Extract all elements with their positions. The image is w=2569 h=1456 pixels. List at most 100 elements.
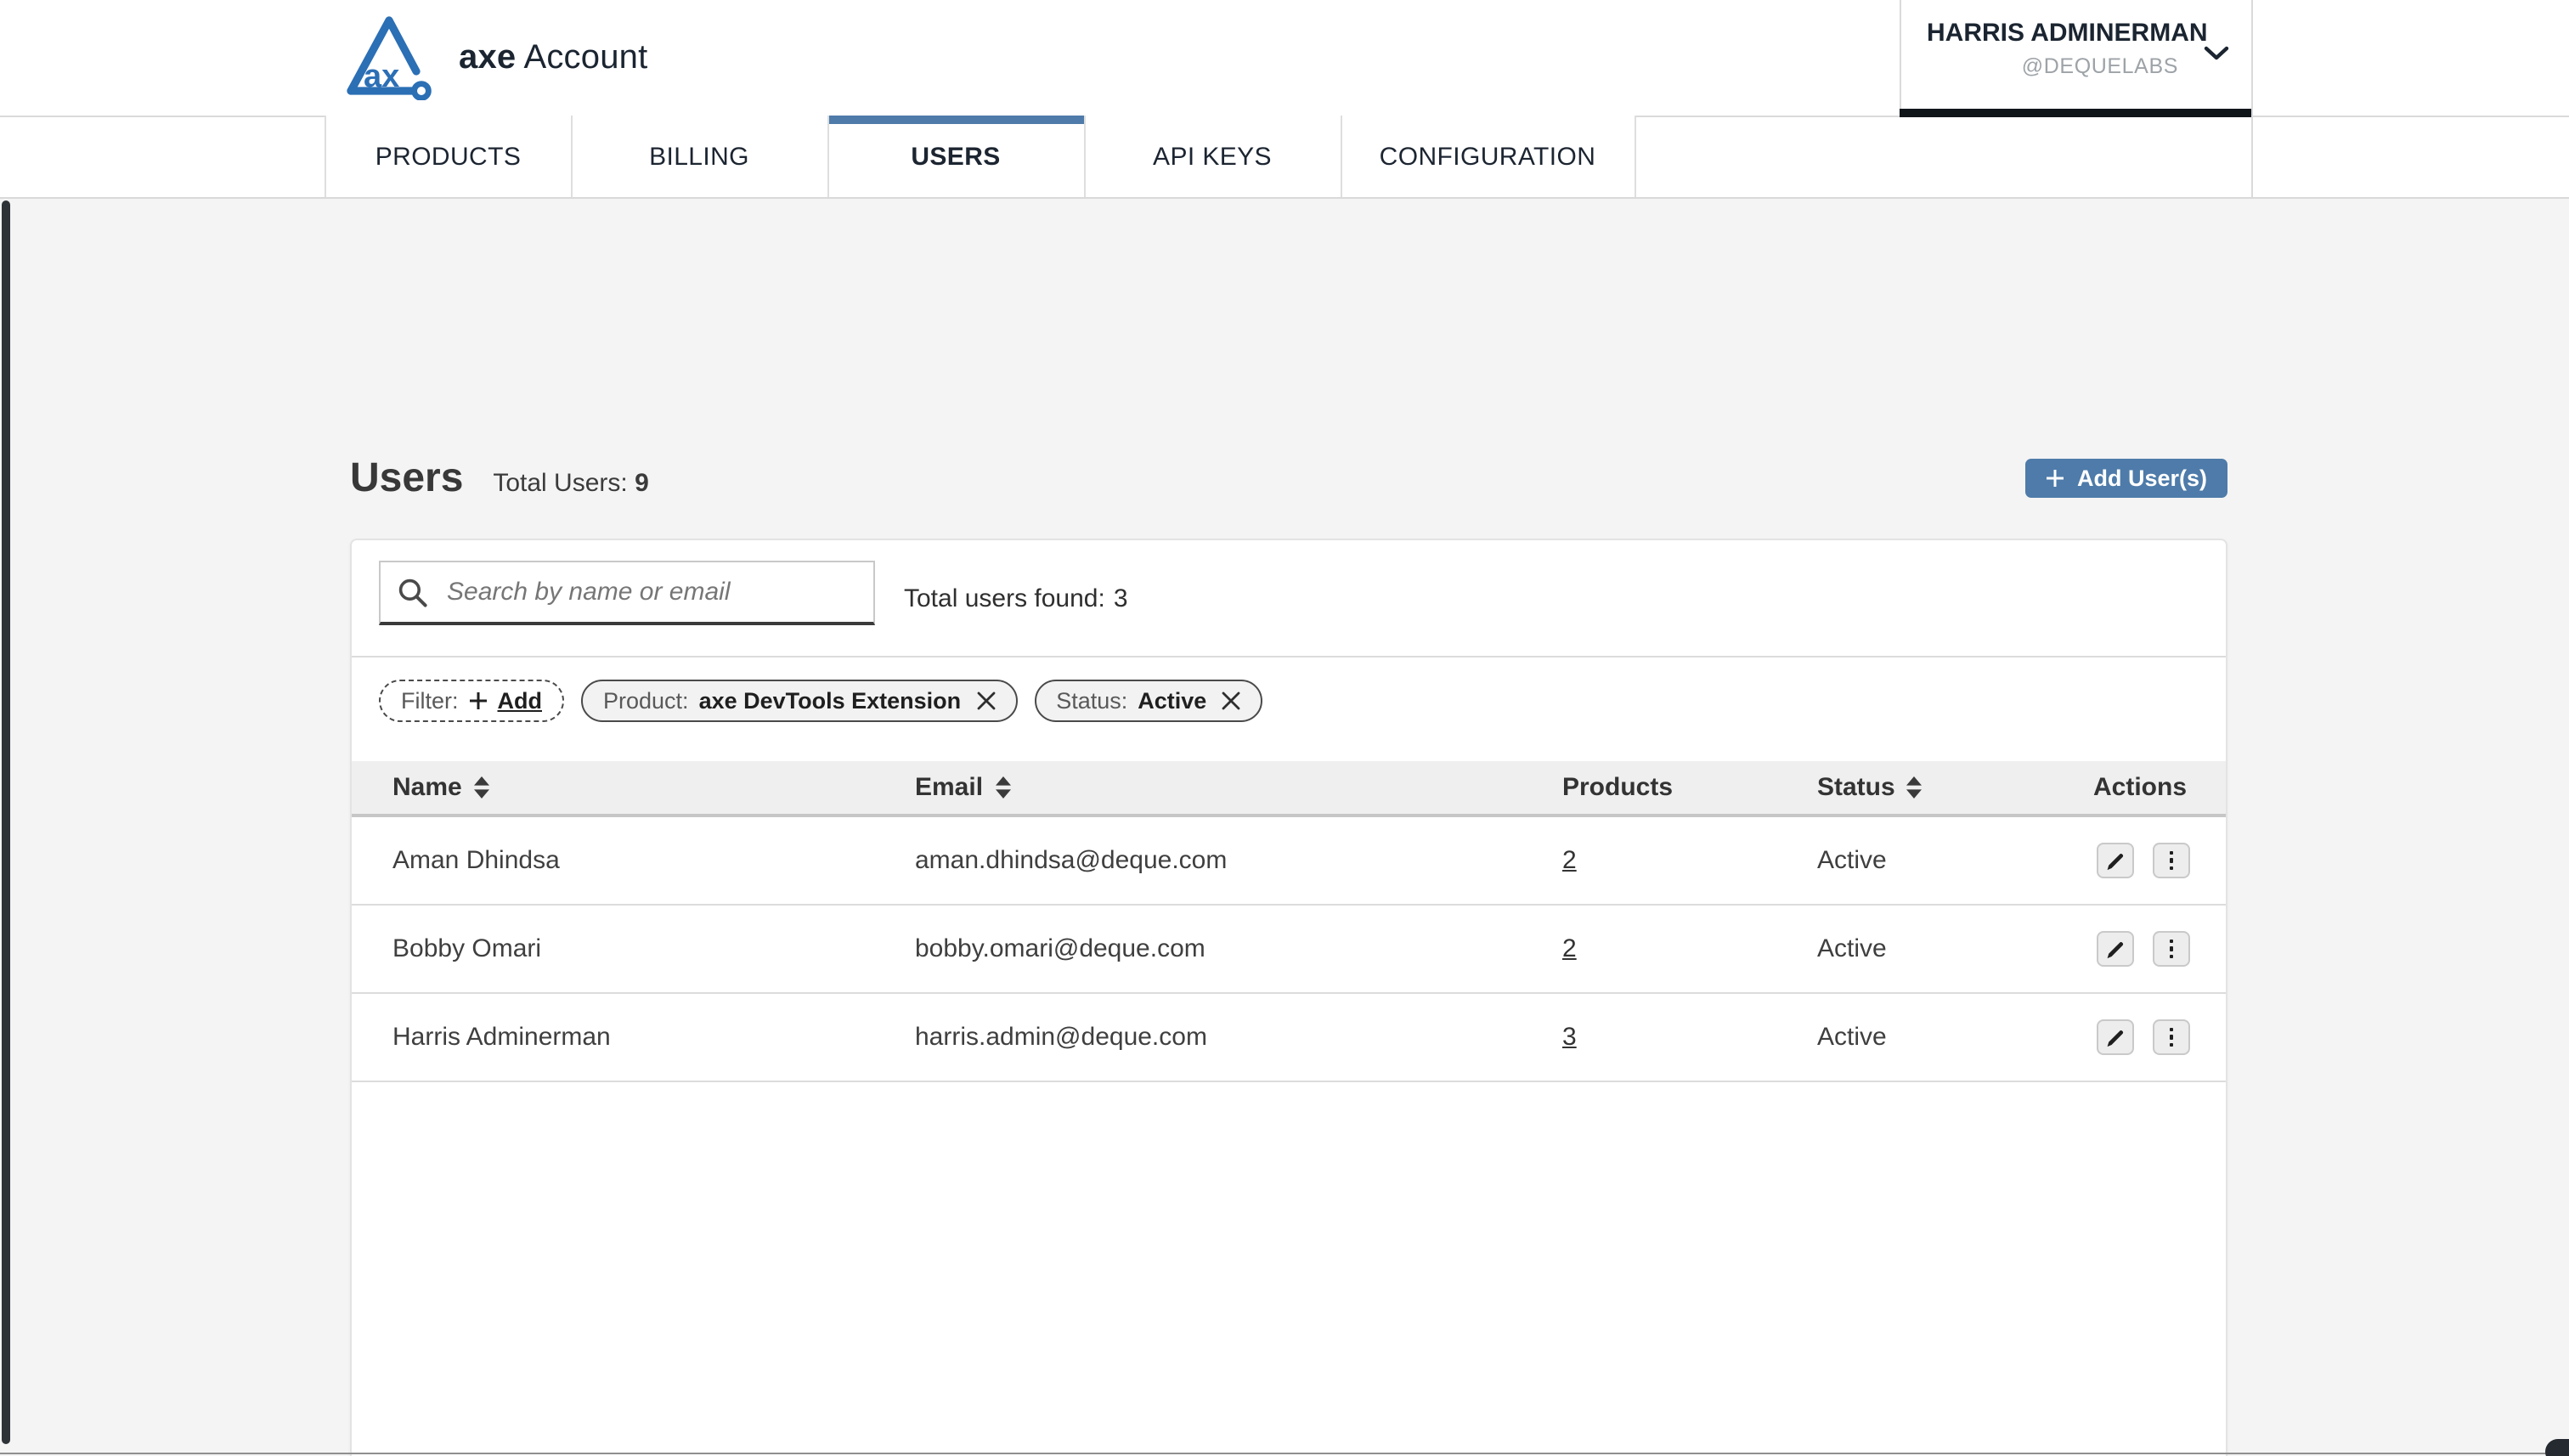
user-organization: @DEQUELABS — [2022, 54, 2178, 78]
tab-users[interactable]: USERS — [828, 116, 1085, 197]
app-root: ax axe Account HARRIS ADMINERMAN @DEQUEL… — [0, 0, 2569, 1456]
add-users-button-label: Add User(s) — [2077, 466, 2207, 491]
column-header-label: Email — [915, 773, 983, 802]
vertical-scrollbar[interactable] — [2, 200, 10, 1444]
results-count-label: Total users found: — [904, 584, 1105, 612]
horizontal-scrollbar[interactable] — [0, 1452, 2569, 1454]
cell-actions — [2093, 843, 2226, 878]
search-section: Total users found: 3 — [352, 540, 2226, 657]
pencil-icon — [2105, 1027, 2126, 1047]
sort-icon — [474, 776, 489, 799]
products-count-link[interactable]: 3 — [1562, 1023, 1577, 1052]
sort-icon — [1907, 776, 1923, 799]
table-row: Harris Adminerman harris.admin@deque.com… — [352, 994, 2226, 1082]
column-header-products: Products — [1562, 773, 1817, 802]
table-row: Bobby Omari bobby.omari@deque.com 2 Acti… — [352, 906, 2226, 994]
page-header: Users Total Users: 9 Add User(s) — [350, 454, 2227, 511]
column-header-label: Products — [1562, 773, 1673, 802]
tab-products[interactable]: PRODUCTS — [325, 116, 572, 197]
cell-email: aman.dhindsa@deque.com — [915, 846, 1562, 875]
plus-icon — [469, 691, 488, 710]
results-count-text: Total users found: 3 — [904, 540, 1128, 656]
page-title: Users — [350, 454, 463, 505]
filter-chip-label: Status: — [1056, 688, 1127, 714]
column-header-label: Status — [1817, 773, 1895, 802]
cell-status: Active — [1817, 1023, 2093, 1052]
search-input[interactable] — [443, 576, 873, 608]
add-filter-chip[interactable]: Filter: Add — [379, 680, 564, 722]
kebab-menu-icon — [2169, 1028, 2173, 1047]
total-users-label: Total Users: — [493, 469, 627, 498]
search-field — [379, 561, 875, 625]
filter-chip-product[interactable]: Product: axe DevTools Extension — [581, 680, 1017, 722]
axe-logo-icon: ax — [345, 15, 433, 100]
tab-billing[interactable]: BILLING — [572, 116, 828, 197]
content-area: Users Total Users: 9 Add User(s) — [0, 199, 2569, 1456]
results-count-value: 3 — [1114, 584, 1128, 612]
column-header-label: Name — [392, 773, 462, 802]
app-title: axe Account — [459, 38, 647, 77]
users-table: Name Email Products — [352, 761, 2226, 1082]
filter-chip-status[interactable]: Status: Active — [1034, 680, 1262, 722]
cell-actions — [2093, 931, 2226, 967]
edit-user-button[interactable] — [2097, 1019, 2134, 1055]
chevron-down-icon — [2204, 46, 2229, 61]
column-header-name[interactable]: Name — [392, 773, 915, 802]
add-filter-label: Filter: — [401, 688, 459, 714]
close-icon — [1222, 691, 1240, 710]
column-header-label: Actions — [2093, 773, 2187, 802]
users-panel: Total users found: 3 Filter: Add Product… — [350, 539, 2227, 1456]
row-menu-button[interactable] — [2153, 1019, 2190, 1055]
table-row: Aman Dhindsa aman.dhindsa@deque.com 2 Ac… — [352, 817, 2226, 906]
cell-status: Active — [1817, 934, 2093, 963]
cell-status: Active — [1817, 846, 2093, 875]
kebab-menu-icon — [2169, 940, 2173, 959]
cell-actions — [2093, 1019, 2226, 1055]
main-nav: PRODUCTS BILLING USERS API KEYS CONFIGUR… — [325, 116, 1635, 197]
products-count-link[interactable]: 2 — [1562, 934, 1577, 963]
user-name: HARRIS ADMINERMAN — [1927, 19, 2202, 48]
remove-filter-button[interactable] — [976, 691, 995, 710]
cell-name: Aman Dhindsa — [392, 846, 915, 875]
app-title-rest: Account — [523, 38, 647, 76]
top-bar: ax axe Account HARRIS ADMINERMAN @DEQUEL… — [0, 0, 2569, 117]
sort-icon — [995, 776, 1010, 799]
kebab-menu-icon — [2169, 851, 2173, 871]
row-menu-button[interactable] — [2153, 843, 2190, 878]
products-count-link[interactable]: 2 — [1562, 846, 1577, 875]
scrollbar-corner — [2545, 1439, 2569, 1456]
filter-chip-value: axe DevTools Extension — [699, 688, 962, 714]
total-users-value: 9 — [635, 469, 649, 498]
cell-email: bobby.omari@deque.com — [915, 934, 1562, 963]
total-users: Total Users: 9 — [493, 469, 648, 498]
search-icon — [398, 577, 428, 607]
add-filter-action: Add — [498, 688, 543, 714]
column-header-actions: Actions — [2093, 773, 2226, 802]
close-icon — [976, 691, 995, 710]
brand: ax axe Account — [345, 0, 647, 116]
row-menu-button[interactable] — [2153, 931, 2190, 967]
edit-user-button[interactable] — [2097, 931, 2134, 967]
plus-icon — [2047, 469, 2065, 488]
table-header-row: Name Email Products — [352, 761, 2226, 817]
filter-chip-value: Active — [1138, 688, 1206, 714]
user-menu-button[interactable]: HARRIS ADMINERMAN @DEQUELABS — [1900, 0, 2253, 116]
remove-filter-button[interactable] — [1222, 691, 1240, 710]
pencil-icon — [2105, 850, 2126, 871]
cell-name: Harris Adminerman — [392, 1023, 915, 1052]
add-users-button[interactable]: Add User(s) — [2026, 459, 2227, 498]
cell-name: Bobby Omari — [392, 934, 915, 963]
cell-email: harris.admin@deque.com — [915, 1023, 1562, 1052]
user-menu-right-divider — [2251, 0, 2253, 197]
column-header-email[interactable]: Email — [915, 773, 1562, 802]
tab-configuration[interactable]: CONFIGURATION — [1341, 116, 1635, 197]
filter-chip-label: Product: — [603, 688, 689, 714]
pencil-icon — [2105, 939, 2126, 959]
app-title-bold: axe — [459, 38, 516, 76]
column-header-status[interactable]: Status — [1817, 773, 2093, 802]
user-menu-active-underline — [1900, 109, 2253, 117]
svg-text:ax: ax — [364, 59, 399, 94]
filter-section: Filter: Add Product: axe DevTools Extens… — [352, 656, 2226, 761]
edit-user-button[interactable] — [2097, 843, 2134, 878]
tab-api-keys[interactable]: API KEYS — [1085, 116, 1341, 197]
